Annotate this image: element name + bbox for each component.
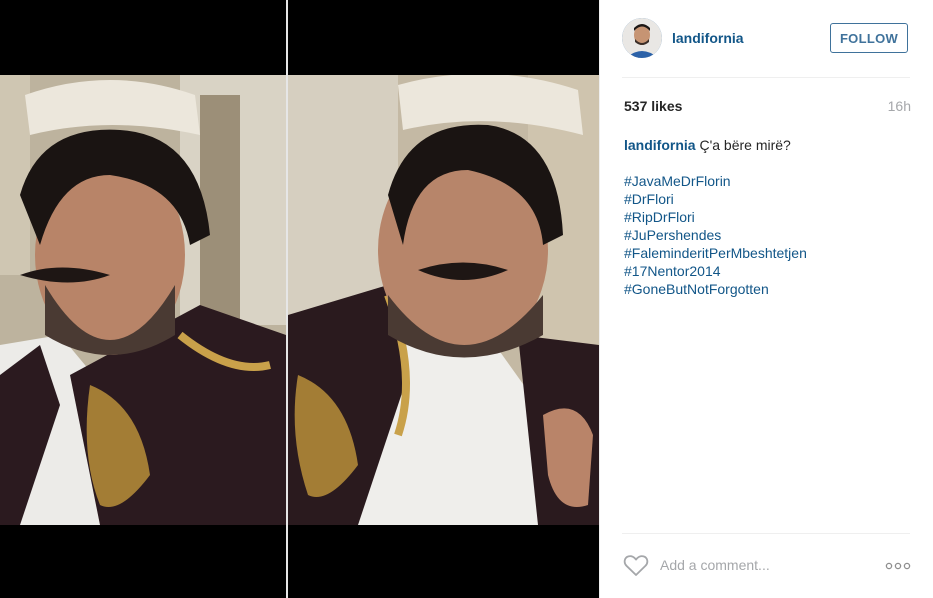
photo-frame-right xyxy=(288,75,599,525)
more-options-icon[interactable] xyxy=(884,560,912,572)
hashtag-link[interactable]: #GoneButNotForgotten xyxy=(624,280,914,298)
follow-button[interactable]: FOLLOW xyxy=(830,23,908,53)
post-media[interactable] xyxy=(0,0,599,598)
hashtag-link[interactable]: #JuPershendes xyxy=(624,226,914,244)
hashtag-link[interactable]: #DrFlori xyxy=(624,190,914,208)
hashtag-link[interactable]: #17Nentor2014 xyxy=(624,262,914,280)
username-link[interactable]: landifornia xyxy=(672,30,744,46)
post-time[interactable]: 16h xyxy=(888,98,911,114)
caption-text: Ç'a bëre mirë? xyxy=(695,137,791,153)
photo-frame-left xyxy=(0,75,286,525)
hashtag-list: #JavaMeDrFlorin #DrFlori #RipDrFlori #Ju… xyxy=(624,172,914,298)
caption-username[interactable]: landifornia xyxy=(624,137,696,153)
divider xyxy=(622,533,910,534)
avatar[interactable] xyxy=(622,18,662,58)
post-header: landifornia FOLLOW xyxy=(600,0,933,77)
media-divider xyxy=(286,0,288,598)
heart-icon[interactable] xyxy=(622,551,650,579)
divider xyxy=(622,77,910,78)
hashtag-link[interactable]: #JavaMeDrFlorin xyxy=(624,172,914,190)
hashtag-link[interactable]: #FaleminderitPerMbeshtetjen xyxy=(624,244,914,262)
comment-input[interactable] xyxy=(660,554,860,576)
caption: landifornia Ç'a bëre mirë? xyxy=(624,136,914,154)
hashtag-link[interactable]: #RipDrFlori xyxy=(624,208,914,226)
post-details-panel: landifornia FOLLOW 537 likes 16h landifo… xyxy=(599,0,933,598)
likes-count[interactable]: 537 likes xyxy=(624,98,682,114)
